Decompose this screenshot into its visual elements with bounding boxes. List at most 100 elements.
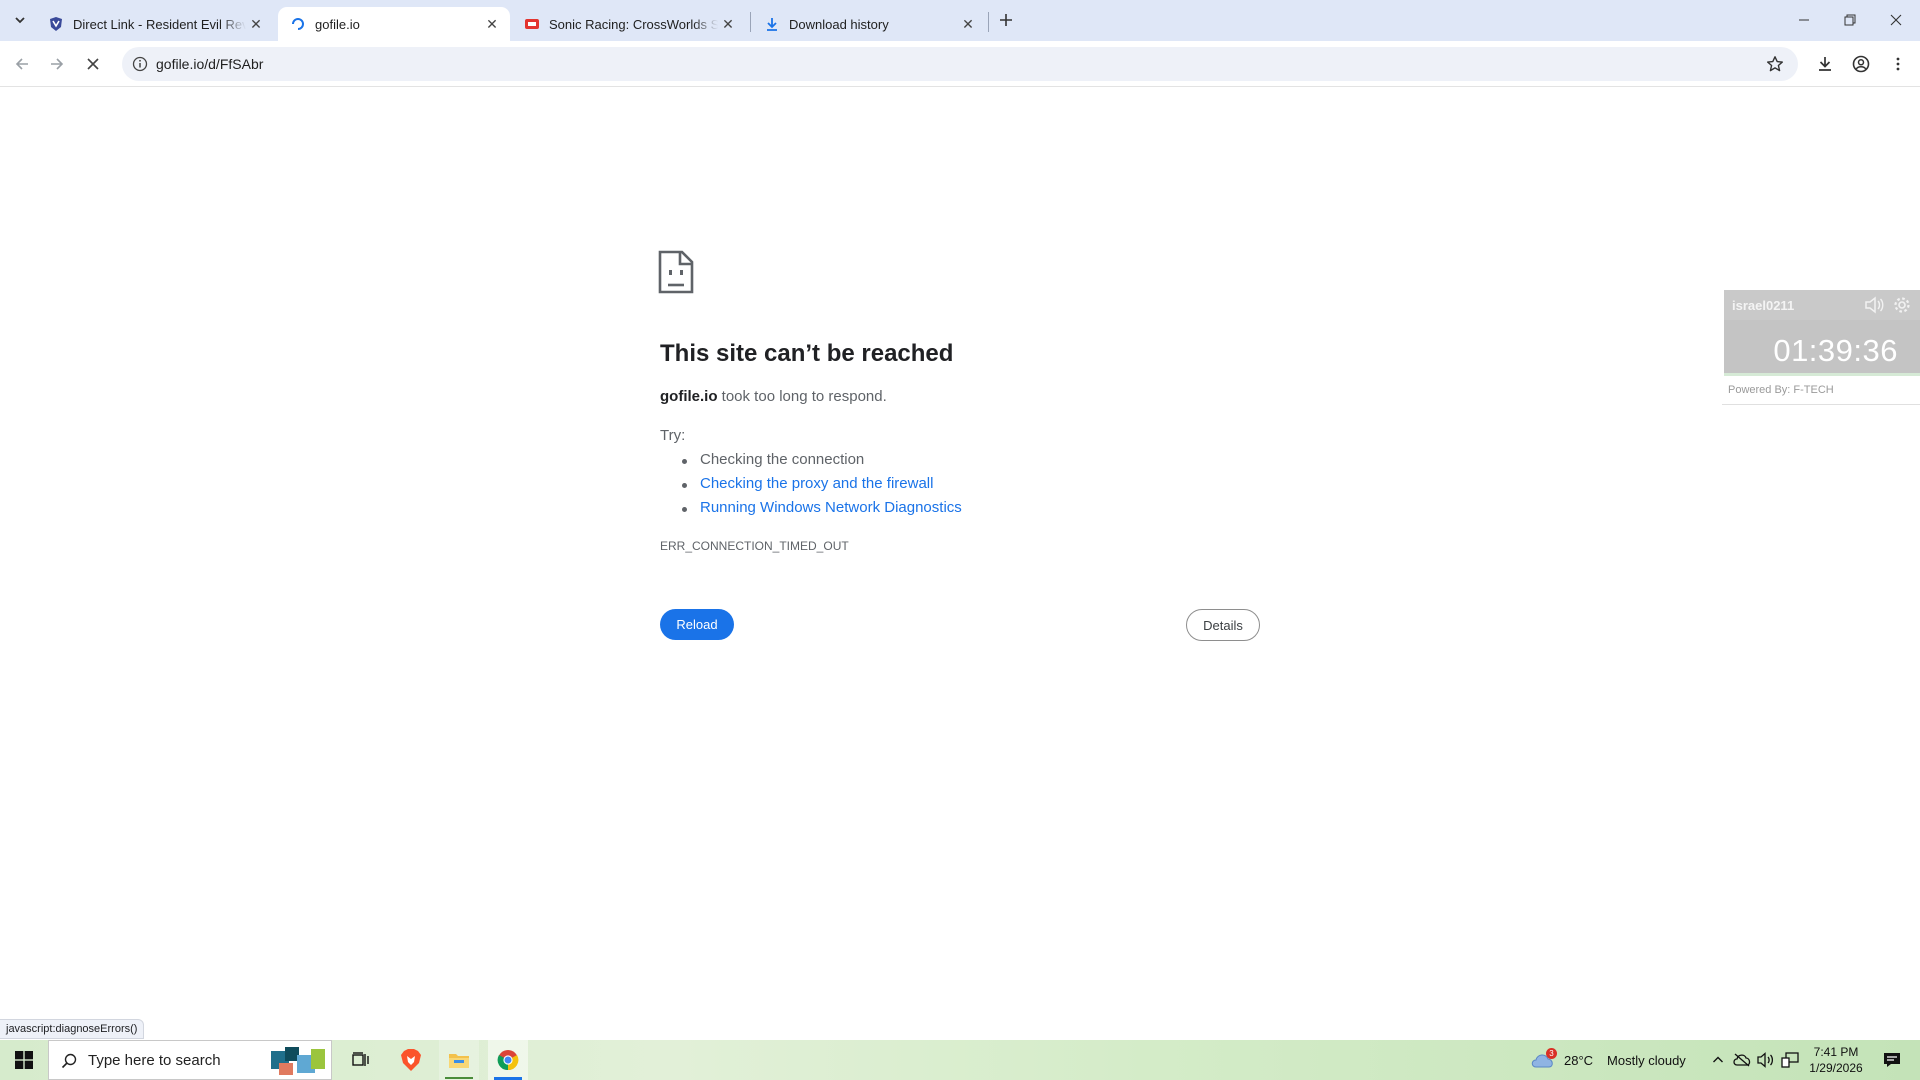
restore-button[interactable]: [1827, 0, 1873, 40]
bookmark-star-icon[interactable]: [1766, 55, 1784, 73]
tab-title: gofile.io: [315, 16, 360, 32]
list-bullet: [682, 507, 687, 512]
chevron-down-icon: [15, 17, 25, 24]
task-view-button[interactable]: [341, 1040, 381, 1080]
running-indicator: [445, 1077, 473, 1079]
tab-gofile[interactable]: gofile.io ✕: [278, 7, 510, 41]
tab-sonic-racing[interactable]: Sonic Racing: CrossWorlds Switc ✕: [512, 7, 746, 41]
cloud-offline-icon: [1733, 1053, 1751, 1067]
close-tab-icon[interactable]: ✕: [246, 14, 266, 34]
chrome-icon: [497, 1050, 519, 1071]
gear-icon[interactable]: [1892, 295, 1912, 315]
close-icon: [1890, 14, 1902, 26]
chrome-taskbar-button[interactable]: [488, 1040, 528, 1080]
speaker-icon[interactable]: [1864, 296, 1884, 314]
folder-icon: [449, 1054, 469, 1068]
list-bullet: [682, 483, 687, 488]
chevron-up-icon: [1713, 1056, 1723, 1063]
network-tray-button[interactable]: [1779, 1040, 1801, 1080]
tab-direct-link[interactable]: Direct Link - Resident Evil Revel ✕: [36, 7, 274, 41]
onedrive-tray-button[interactable]: [1731, 1040, 1753, 1080]
download-icon: [1819, 57, 1831, 71]
brave-lion-icon: [401, 1049, 421, 1071]
list-bullet: [682, 459, 687, 464]
brave-browser-taskbar-button[interactable]: [391, 1040, 431, 1080]
loading-spinner-icon: [290, 16, 306, 32]
clock-date: 1/29/2026: [1809, 1061, 1863, 1075]
network-icon: [1781, 1052, 1799, 1068]
tab-download-history[interactable]: Download history ✕: [752, 7, 986, 41]
widget-header: israel0211: [1724, 290, 1920, 320]
volume-tray-button[interactable]: [1755, 1040, 1777, 1080]
clock-time: 7:41 PM: [1813, 1045, 1859, 1059]
file-explorer-taskbar-button[interactable]: [439, 1040, 479, 1080]
forward-button[interactable]: [41, 48, 73, 80]
error-code: ERR_CONNECTION_TIMED_OUT: [660, 539, 849, 553]
site-favicon-icon: [48, 16, 64, 32]
new-tab-button[interactable]: [992, 8, 1020, 32]
arrow-right-icon: [51, 58, 64, 70]
notifications-button[interactable]: [1872, 1040, 1912, 1080]
close-window-button[interactable]: [1873, 0, 1919, 40]
timer-widget: israel0211 01:39:36 Powered By: F-TECH: [1722, 288, 1920, 406]
download-icon: [764, 16, 780, 32]
error-page: This site can’t be reached gofile.io too…: [0, 88, 1920, 1028]
start-button[interactable]: [0, 1040, 48, 1080]
tab-separator: [750, 12, 751, 32]
error-title: This site can’t be reached: [660, 340, 954, 367]
widget-timer: 01:39:36: [1773, 333, 1898, 368]
search-placeholder: Type here to search: [88, 1052, 221, 1069]
menu-button[interactable]: [1882, 48, 1914, 80]
error-host: gofile.io: [660, 388, 718, 405]
arrow-left-icon: [15, 58, 28, 70]
close-tab-icon[interactable]: ✕: [718, 14, 738, 34]
reload-button[interactable]: Reload: [660, 609, 734, 640]
windows-taskbar: Type here to search 3 28°C Mostly cloudy…: [0, 1040, 1920, 1080]
search-icon: [61, 1053, 77, 1069]
tab-title: Direct Link - Resident Evil Revel: [73, 16, 246, 32]
stop-icon: [87, 58, 99, 70]
stop-loading-button[interactable]: [77, 48, 109, 80]
widget-username: israel0211: [1732, 298, 1795, 313]
weather-badge: 3: [1546, 1048, 1557, 1059]
back-button[interactable]: [6, 48, 38, 80]
tab-title: Download history: [789, 16, 889, 32]
status-bubble: javascript:diagnoseErrors(): [0, 1019, 145, 1039]
weather-description: Mostly cloudy: [1607, 1052, 1686, 1068]
weather-widget[interactable]: 3 28°C Mostly cloudy: [1530, 1040, 1686, 1080]
restore-icon: [1844, 14, 1856, 26]
widget-time-box: 01:39:36: [1724, 320, 1920, 376]
widget-powered-by: Powered By: F-TECH: [1728, 384, 1834, 396]
close-tab-icon[interactable]: ✕: [482, 14, 502, 34]
try-label: Try:: [660, 427, 686, 444]
address-bar[interactable]: gofile.io/d/FfSAbr: [122, 47, 1798, 81]
speaker-icon: [1757, 1052, 1774, 1068]
suggestion-proxy-firewall-link[interactable]: Checking the proxy and the firewall: [700, 475, 933, 492]
downloads-button[interactable]: [1809, 48, 1841, 80]
error-message: gofile.io took too long to respond.: [660, 388, 887, 405]
windows-logo-icon: [15, 1051, 33, 1069]
url-text[interactable]: gofile.io/d/FfSAbr: [156, 56, 263, 72]
show-hidden-icons-button[interactable]: [1708, 1040, 1728, 1080]
weather-temperature: 28°C: [1564, 1052, 1594, 1068]
close-tab-icon[interactable]: ✕: [958, 14, 978, 34]
profile-button[interactable]: [1845, 48, 1877, 80]
task-view-icon: [352, 1052, 369, 1066]
taskbar-clock[interactable]: 7:41 PM 1/29/2026: [1806, 1040, 1866, 1080]
error-message-text: took too long to respond.: [717, 388, 887, 405]
account-circle-icon: [1852, 55, 1870, 73]
tab-title: Sonic Racing: CrossWorlds Switc: [549, 16, 718, 32]
sad-document-icon: [658, 250, 694, 294]
tab-separator: [988, 12, 989, 32]
suggestion-network-diagnostics-link[interactable]: Running Windows Network Diagnostics: [700, 499, 962, 516]
taskbar-search-box[interactable]: Type here to search: [48, 1040, 332, 1080]
widget-divider: [1722, 404, 1920, 405]
site-info-icon[interactable]: [132, 56, 148, 72]
more-vertical-icon: [1896, 57, 1900, 71]
details-button[interactable]: Details: [1186, 609, 1260, 641]
search-highlight-illustration-icon: [271, 1047, 325, 1075]
minimize-button[interactable]: [1781, 0, 1827, 40]
site-favicon-icon: [524, 16, 540, 32]
browser-toolbar: gofile.io/d/FfSAbr: [0, 41, 1920, 87]
tab-search-button[interactable]: [6, 8, 34, 32]
